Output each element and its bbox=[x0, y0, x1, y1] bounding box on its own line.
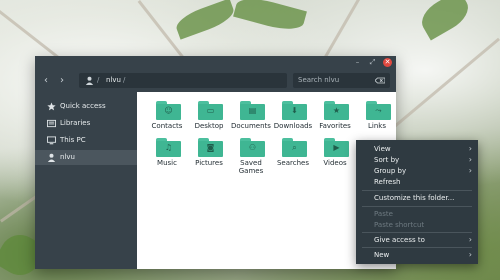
menu-separator bbox=[362, 190, 472, 191]
search-input[interactable]: Search nlvu bbox=[293, 73, 390, 88]
chevron-right-icon: › bbox=[468, 250, 472, 259]
menu-item-refresh[interactable]: Refresh bbox=[356, 176, 478, 187]
computer-icon bbox=[47, 136, 56, 145]
view-toggle-icon[interactable] bbox=[375, 77, 385, 84]
navigation-pane: Quick access Libraries This PC nlvu bbox=[35, 92, 137, 269]
user-icon bbox=[85, 76, 94, 85]
sidebar-item-label: nlvu bbox=[60, 153, 75, 161]
menu-separator bbox=[362, 232, 472, 233]
documents-icon: ▤ bbox=[248, 106, 257, 115]
menu-separator bbox=[362, 206, 472, 207]
folder-label: Contacts bbox=[151, 122, 183, 130]
folder-item-saved-games[interactable]: ⚇ Saved Games bbox=[231, 132, 271, 178]
menu-item-customize-folder[interactable]: Customize this folder... bbox=[356, 192, 478, 203]
menu-item-label: Paste shortcut bbox=[374, 221, 425, 229]
menu-item-label: Give access to bbox=[374, 236, 425, 244]
folder-label: Pictures bbox=[195, 159, 223, 167]
folder-item-links[interactable]: ⤳ Links bbox=[357, 95, 397, 141]
search-icon: ⌕ bbox=[292, 143, 297, 152]
navigation-bar: ‹ › / nlvu / Search nlvu bbox=[35, 69, 396, 92]
folder-icon: ▤ bbox=[240, 101, 265, 120]
chevron-right-icon: › bbox=[468, 166, 472, 175]
folder-icon: ▭ bbox=[198, 101, 223, 120]
sidebar-item-label: Quick access bbox=[60, 102, 106, 110]
menu-item-give-access[interactable]: Give access to › bbox=[356, 234, 478, 245]
menu-item-label: Refresh bbox=[374, 178, 401, 186]
sidebar-item-libraries[interactable]: Libraries bbox=[35, 116, 137, 131]
desktop-icon: ▭ bbox=[206, 106, 215, 115]
folder-icon: ☺ bbox=[156, 101, 181, 120]
share-icon: ⤳ bbox=[375, 106, 382, 115]
menu-item-label: View bbox=[374, 145, 391, 153]
video-icon: ▶ bbox=[333, 143, 340, 152]
search-placeholder: Search nlvu bbox=[298, 76, 340, 84]
chevron-right-icon: › bbox=[468, 235, 472, 244]
download-icon: ⬇ bbox=[291, 106, 298, 115]
menu-item-label: New bbox=[374, 251, 390, 259]
folder-item-pictures[interactable]: ◙ Pictures bbox=[189, 132, 229, 178]
minimize-button[interactable]: – bbox=[353, 58, 362, 67]
fern-leaf bbox=[233, 0, 307, 35]
sidebar-item-this-pc[interactable]: This PC bbox=[35, 133, 137, 148]
path-separator: / bbox=[123, 76, 126, 84]
menu-item-label: Sort by bbox=[374, 156, 400, 164]
menu-item-new[interactable]: New › bbox=[356, 249, 478, 260]
chevron-right-icon: › bbox=[468, 155, 472, 164]
sidebar-item-label: Libraries bbox=[60, 119, 91, 127]
menu-separator bbox=[362, 247, 472, 248]
folder-label: Downloads bbox=[273, 122, 313, 130]
file-explorer-window: – ⤢ ✕ ‹ › / nlvu / Search nlvu Quick acc… bbox=[35, 56, 396, 269]
back-button[interactable]: ‹ bbox=[41, 75, 51, 86]
camera-icon: ◙ bbox=[206, 143, 215, 152]
folder-label: Links bbox=[368, 122, 386, 130]
menu-item-group-by[interactable]: Group by › bbox=[356, 165, 478, 176]
folder-icon: ⌕ bbox=[282, 138, 307, 157]
menu-item-label: Paste bbox=[374, 210, 393, 218]
title-bar[interactable]: – ⤢ ✕ bbox=[35, 56, 396, 69]
star-icon: ★ bbox=[332, 106, 341, 115]
folder-icon: ⤳ bbox=[366, 101, 391, 120]
star-icon bbox=[47, 102, 56, 111]
library-icon bbox=[47, 119, 56, 128]
breadcrumb-nlvu[interactable]: nlvu bbox=[106, 76, 121, 84]
folder-label: Desktop bbox=[194, 122, 224, 130]
user-icon bbox=[47, 153, 56, 162]
menu-item-label: Group by bbox=[374, 167, 407, 175]
folder-label: Favorites bbox=[319, 122, 351, 130]
folder-icon: ⬇ bbox=[282, 101, 307, 120]
path-separator: / bbox=[97, 76, 100, 84]
menu-item-view[interactable]: View › bbox=[356, 143, 478, 154]
chevron-right-icon: › bbox=[468, 144, 472, 153]
maximize-button[interactable]: ⤢ bbox=[368, 58, 377, 67]
folder-item-searches[interactable]: ⌕ Searches bbox=[273, 132, 313, 178]
folder-item-videos[interactable]: ▶ Videos bbox=[315, 132, 355, 178]
folder-icon: ★ bbox=[324, 101, 349, 120]
menu-item-paste: Paste bbox=[356, 208, 478, 219]
folder-icon: ▶ bbox=[324, 138, 349, 157]
folder-label: Searches bbox=[276, 159, 309, 167]
forward-button[interactable]: › bbox=[57, 75, 67, 86]
fern-leaf bbox=[173, 0, 237, 40]
folder-label: Documents bbox=[231, 122, 271, 130]
sidebar-item-nlvu[interactable]: nlvu bbox=[35, 150, 137, 165]
address-bar[interactable]: / nlvu / bbox=[79, 73, 287, 88]
menu-item-sort-by[interactable]: Sort by › bbox=[356, 154, 478, 165]
menu-item-label: Customize this folder... bbox=[374, 194, 455, 202]
folder-item-music[interactable]: ♫ Music bbox=[147, 132, 187, 178]
fern-leaf bbox=[415, 0, 475, 41]
music-icon: ♫ bbox=[164, 143, 173, 152]
folder-icon: ⚇ bbox=[240, 138, 265, 157]
folder-label: Saved Games bbox=[238, 159, 264, 175]
folder-label: Music bbox=[157, 159, 177, 167]
folder-icon: ◙ bbox=[198, 138, 223, 157]
folder-icon: ♫ bbox=[156, 138, 181, 157]
sidebar-item-quick-access[interactable]: Quick access bbox=[35, 99, 137, 114]
context-menu: View › Sort by › Group by › Refresh Cust… bbox=[356, 140, 478, 264]
sidebar-item-label: This PC bbox=[60, 136, 86, 144]
close-button[interactable]: ✕ bbox=[383, 58, 392, 67]
menu-item-paste-shortcut: Paste shortcut bbox=[356, 219, 478, 230]
folder-label: Videos bbox=[323, 159, 347, 167]
contacts-icon: ☺ bbox=[164, 106, 173, 115]
gamepad-icon: ⚇ bbox=[248, 143, 257, 152]
